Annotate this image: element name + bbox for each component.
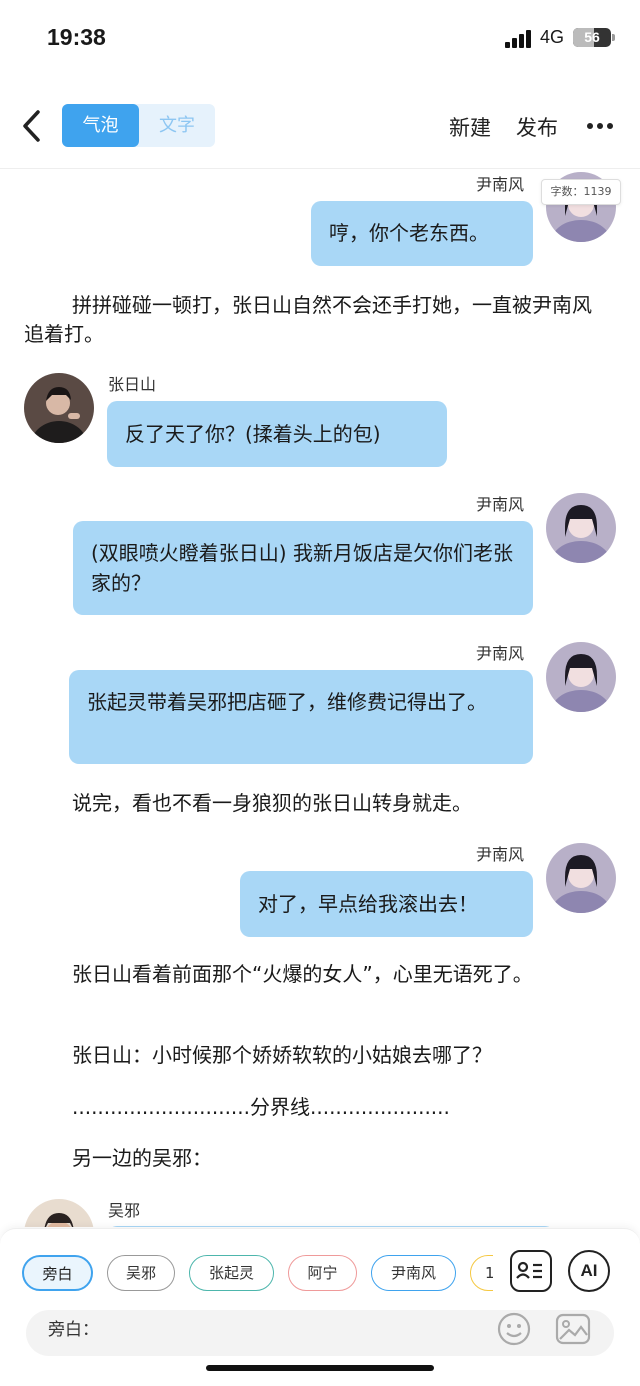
chat-bubble[interactable]: 张起灵带着吴邪把店砸了，维修费记得出了。 [69, 670, 533, 764]
chat-area[interactable]: 尹南风 哼，你个老东西。 拼拼碰碰一顿打，张日山自然不会还手打她，一直被尹南风追… [0, 169, 640, 1227]
role-chip-overflow[interactable]: 1 [470, 1255, 493, 1291]
emoji-icon[interactable] [497, 1312, 531, 1346]
ai-button[interactable]: AI [568, 1250, 610, 1292]
tab-text[interactable]: 文字 [139, 104, 215, 147]
role-chip-zhang-qiling[interactable]: 张起灵 [189, 1255, 274, 1291]
tab-bubble[interactable]: 气泡 [62, 104, 139, 147]
role-chip-yin-nanfeng[interactable]: 尹南风 [371, 1255, 456, 1291]
speaker-name: 尹南风 [476, 495, 525, 514]
speaker-name: 张日山 [108, 375, 157, 394]
battery-level: 56 [584, 29, 600, 45]
narration-text: 另一边的吴邪： [72, 1146, 212, 1170]
avatar-zhang-rishan[interactable] [24, 373, 94, 443]
chat-bubble[interactable]: (双眼喷火瞪着张日山) 我新月饭店是欠你们老张家的？ [73, 521, 533, 615]
network-type: 4G [540, 27, 565, 47]
narration-text: 张日山看着前面那个“火爆的女人”，心里无语死了。 [72, 962, 533, 986]
status-time: 19:38 [47, 24, 106, 50]
cellular-signal-icon [505, 30, 531, 48]
battery-nub [612, 34, 615, 41]
chat-bubble[interactable]: 反了天了你？(揉着头上的包) [107, 401, 447, 467]
back-arrow-icon[interactable] [18, 106, 48, 146]
chat-bubble[interactable]: 哼，你个老东西。 [311, 201, 533, 266]
role-chip-a-ning[interactable]: 阿宁 [288, 1255, 357, 1291]
narration-text: 说完，看也不看一身狼狈的张日山转身就走。 [72, 791, 472, 815]
role-card-button[interactable] [510, 1250, 552, 1292]
narration-text: 张日山：小时候那个娇娇软软的小姑娘去哪了？ [72, 1043, 492, 1067]
speaker-name: 尹南风 [476, 845, 525, 864]
ai-label: AI [580, 1261, 598, 1280]
chat-bubble[interactable]: 对了，早点给我滚出去！ [240, 871, 533, 937]
role-chip-partial[interactable]: 1 [470, 1255, 493, 1291]
narration-text: 拼拼碰碰一顿打，张日山自然不会还手打她，一直被尹南风追着打。 [24, 293, 592, 346]
more-options-icon[interactable] [586, 122, 614, 130]
speaker-name: 吴邪 [108, 1201, 141, 1220]
divider-text: ............................分界线.........… [72, 1095, 450, 1119]
avatar-yin-nanfeng[interactable] [546, 843, 616, 913]
mode-toggle: 气泡 文字 [62, 104, 215, 147]
role-chip-wu-xie[interactable]: 吴邪 [107, 1255, 175, 1291]
image-icon[interactable] [555, 1312, 591, 1346]
avatar-yin-nanfeng[interactable] [546, 493, 616, 563]
chat-bubble[interactable] [107, 1226, 555, 1227]
home-indicator [206, 1365, 434, 1371]
role-card-icon [516, 1261, 542, 1279]
avatar-wu-xie[interactable] [24, 1199, 94, 1227]
new-button[interactable]: 新建 [449, 112, 491, 142]
avatar-yin-nanfeng[interactable] [546, 642, 616, 712]
word-count-badge: 字数：1139 [541, 179, 621, 205]
battery-icon: 56 [573, 28, 611, 47]
input-role-label: 旁白： [48, 1320, 99, 1340]
speaker-name: 尹南风 [476, 644, 525, 663]
publish-button[interactable]: 发布 [516, 112, 558, 142]
role-chip-narrator[interactable]: 旁白 [22, 1255, 93, 1291]
speaker-name: 尹南风 [476, 175, 525, 194]
